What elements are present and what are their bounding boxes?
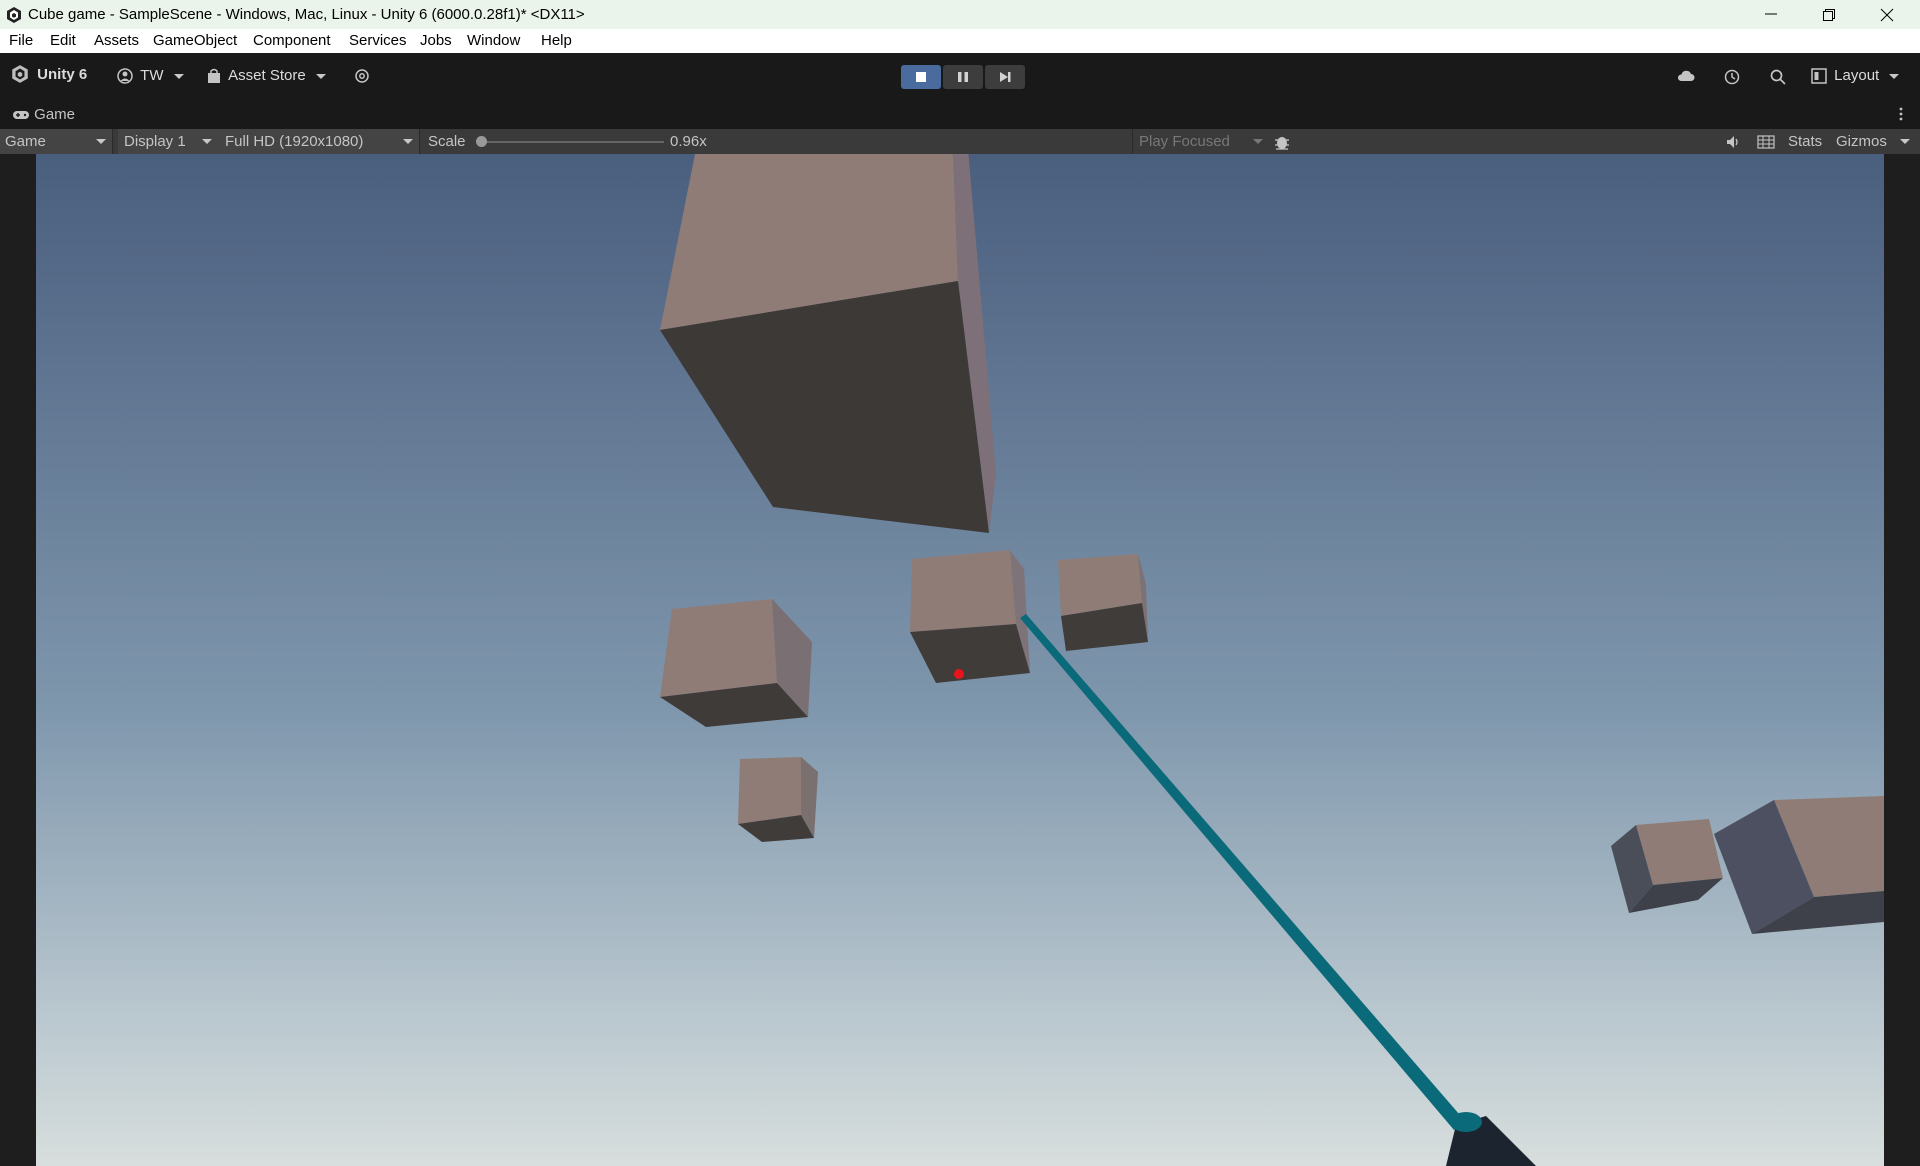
- asset-store-dropdown[interactable]: Asset Store: [207, 67, 326, 84]
- menu-file[interactable]: File: [9, 32, 33, 49]
- account-label: TW: [140, 67, 164, 84]
- chevron-down-icon: [173, 73, 184, 79]
- tab-options-button[interactable]: [1895, 105, 1907, 127]
- gamepad-icon: [13, 111, 29, 120]
- search-button[interactable]: [1769, 68, 1787, 90]
- game-viewport[interactable]: [36, 154, 1884, 1166]
- chevron-down-icon: [202, 139, 212, 144]
- resolution-label: Full HD (1920x1080): [225, 133, 364, 150]
- close-icon: [1880, 8, 1894, 22]
- pause-button[interactable]: [943, 65, 983, 89]
- scale-slider-thumb[interactable]: [476, 136, 487, 147]
- cloud-icon: [1677, 70, 1695, 81]
- mute-audio-button[interactable]: [1725, 134, 1741, 154]
- audio-icon: [1727, 136, 1738, 148]
- main-toolbar: Unity 6 TW Asset Store Layout: [0, 53, 1920, 100]
- play-stop-button[interactable]: [901, 65, 941, 89]
- minimize-icon: [1765, 13, 1777, 15]
- minimize-button[interactable]: [1742, 0, 1800, 29]
- window-titlebar: Cube game - SampleScene - Windows, Mac, …: [0, 0, 1920, 29]
- play-focus-dropdown[interactable]: Play Focused: [1132, 129, 1269, 154]
- layout-dropdown[interactable]: Layout: [1811, 67, 1900, 84]
- chevron-down-icon: [1253, 139, 1263, 144]
- unity-home-button[interactable]: Unity 6: [10, 64, 87, 84]
- view-mode-label: Game: [5, 133, 46, 150]
- display-label: Display 1: [124, 133, 186, 150]
- unity-logo-icon: [12, 65, 28, 83]
- account-icon: [117, 68, 133, 84]
- cube-small-left: [660, 599, 812, 727]
- unity-logo-icon: [7, 7, 21, 23]
- scale-slider[interactable]: [476, 136, 664, 148]
- grid-icon: [1757, 135, 1775, 149]
- history-icon: [1724, 69, 1740, 85]
- editor-tab-bar: Game: [0, 100, 1920, 129]
- cube-target: [910, 550, 1030, 683]
- menu-window[interactable]: Window: [467, 32, 520, 49]
- layout-icon: [1811, 68, 1827, 84]
- package-settings-button[interactable]: [354, 68, 370, 88]
- resolution-dropdown[interactable]: Full HD (1920x1080): [218, 129, 420, 154]
- step-button[interactable]: [985, 65, 1025, 89]
- tab-game[interactable]: Game: [12, 106, 75, 123]
- play-focus-label: Play Focused: [1139, 133, 1230, 150]
- menu-jobs[interactable]: Jobs: [420, 32, 452, 49]
- chevron-down-icon: [1889, 73, 1900, 79]
- pause-icon: [958, 72, 968, 82]
- gizmos-button[interactable]: Gizmos: [1836, 133, 1887, 150]
- menu-component[interactable]: Component: [253, 32, 331, 49]
- chevron-down-icon: [315, 73, 326, 79]
- kebab-menu-icon: [1899, 107, 1903, 121]
- menu-help[interactable]: Help: [541, 32, 572, 49]
- account-dropdown[interactable]: TW: [117, 67, 184, 84]
- tab-label: Game: [34, 106, 76, 123]
- chevron-down-icon: [403, 139, 413, 144]
- view-mode-dropdown[interactable]: Game: [0, 129, 113, 154]
- layout-label: Layout: [1834, 67, 1880, 84]
- game-scene: [36, 154, 1884, 1166]
- search-icon: [1770, 69, 1786, 85]
- bug-icon: [1275, 137, 1289, 150]
- history-button[interactable]: [1723, 68, 1741, 90]
- crosshair-dot: [954, 669, 964, 679]
- debug-button[interactable]: [1273, 133, 1291, 155]
- menu-assets[interactable]: Assets: [94, 32, 139, 49]
- asset-store-label: Asset Store: [228, 67, 306, 84]
- restore-icon: [1823, 9, 1835, 21]
- cloud-button[interactable]: [1676, 68, 1696, 88]
- gear-icon: [355, 69, 369, 83]
- unity-version-label: Unity 6: [37, 65, 88, 83]
- cube-small-right: [1058, 554, 1148, 651]
- window-title: Cube game - SampleScene - Windows, Mac, …: [28, 6, 585, 23]
- menu-gameobject[interactable]: GameObject: [153, 32, 237, 49]
- menu-bar: File Edit Assets GameObject Component Se…: [0, 29, 1920, 53]
- menu-services[interactable]: Services: [349, 32, 407, 49]
- asset-store-bag-icon: [208, 68, 220, 84]
- game-viewport-frame: [0, 154, 1920, 1166]
- gizmos-dropdown-icon[interactable]: [1900, 139, 1910, 144]
- chevron-down-icon: [96, 139, 106, 144]
- scale-slider-track: [480, 141, 664, 143]
- menu-edit[interactable]: Edit: [50, 32, 76, 49]
- restore-button[interactable]: [1800, 0, 1858, 29]
- stop-icon: [916, 72, 926, 82]
- game-view-toolbar: Game Display 1 Full HD (1920x1080) Scale…: [0, 129, 1920, 154]
- stats-button[interactable]: Stats: [1788, 133, 1822, 150]
- scale-value: 0.96x: [670, 133, 707, 150]
- scale-label: Scale: [428, 133, 466, 150]
- step-icon: [1000, 72, 1011, 82]
- display-dropdown[interactable]: Display 1: [118, 129, 219, 154]
- aspect-grid-button[interactable]: [1757, 134, 1775, 154]
- cube-small-lower: [738, 757, 818, 842]
- close-button[interactable]: [1858, 0, 1916, 29]
